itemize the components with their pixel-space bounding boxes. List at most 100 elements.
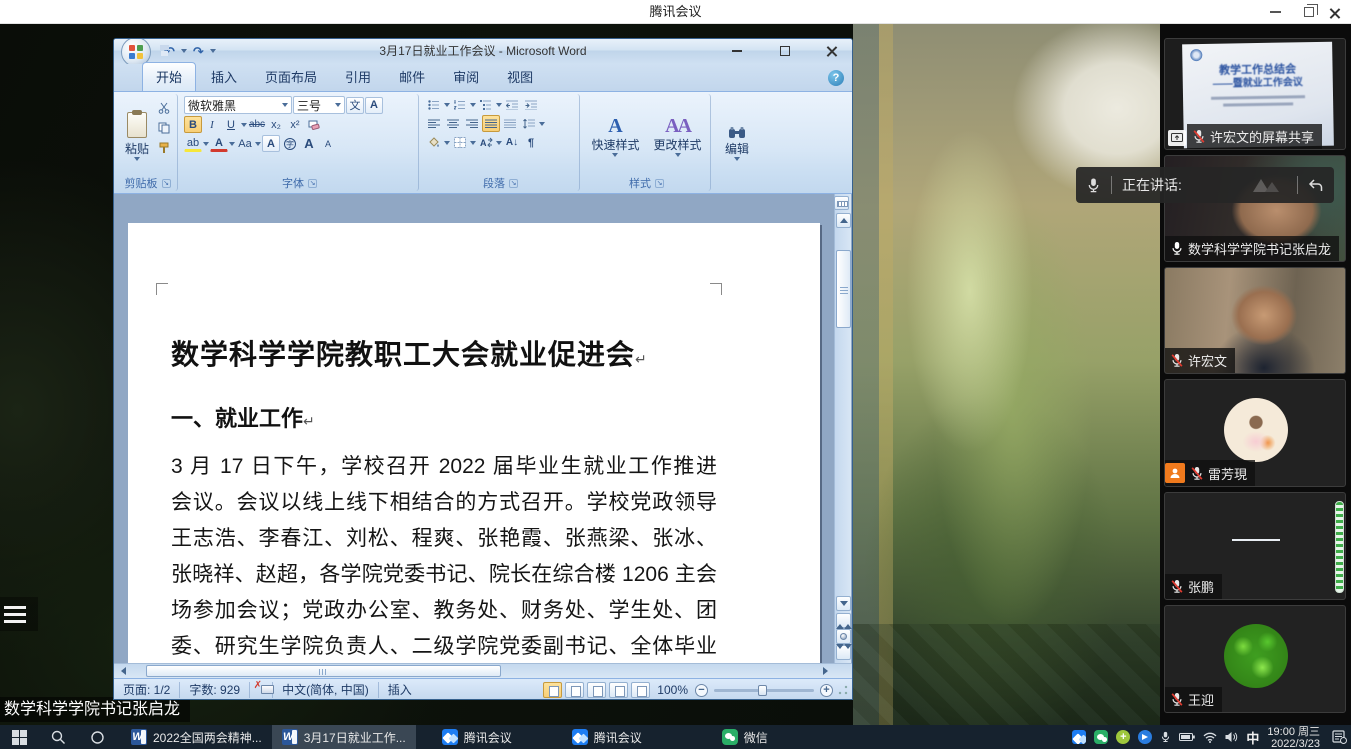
tray-battery-icon[interactable] — [1179, 732, 1195, 742]
fullscreen-view-button[interactable] — [565, 682, 584, 698]
tab-review[interactable]: 审阅 — [440, 63, 492, 91]
tray-app-icon[interactable] — [1138, 730, 1152, 744]
close-button[interactable] — [1317, 0, 1351, 24]
align-right-button[interactable] — [463, 115, 481, 132]
shading-fill-button[interactable] — [425, 134, 443, 151]
next-page-button[interactable] — [836, 645, 851, 660]
highlight-button[interactable]: ab — [184, 135, 202, 152]
show-marks-button[interactable]: ¶ — [522, 134, 540, 151]
participant-avatar-thumbnail[interactable]: 王迎 — [1164, 605, 1346, 713]
paste-button[interactable]: 粘贴 — [121, 96, 153, 176]
scroll-left-button[interactable] — [116, 665, 130, 677]
minimize-button[interactable] — [1258, 0, 1292, 24]
distribute-button[interactable] — [501, 115, 519, 132]
shading-button[interactable]: A — [262, 135, 280, 152]
participant-video-thumbnail[interactable]: 许宏文 — [1164, 267, 1346, 374]
previous-page-button[interactable] — [836, 613, 851, 628]
line-spacing-button[interactable] — [520, 115, 538, 132]
print-layout-view-button[interactable] — [543, 682, 562, 698]
bullets-button[interactable] — [425, 96, 443, 113]
word-maximize-button[interactable] — [770, 41, 800, 60]
italic-button[interactable]: I — [203, 116, 221, 133]
taskbar-app-word-2[interactable]: W 3月17日就业工作... — [272, 725, 416, 749]
sort-button[interactable]: A↓ — [503, 134, 521, 151]
taskbar-app-meeting-2[interactable]: 腾讯会议 — [562, 725, 652, 749]
font-size-combo[interactable]: 三号 — [293, 96, 345, 114]
shading-dropdown-icon[interactable] — [444, 141, 450, 145]
page-indicator[interactable]: 页面: 1/2 — [114, 682, 180, 698]
pinyin-guide-button[interactable]: 文 — [346, 97, 364, 114]
numbering-dropdown-icon[interactable] — [470, 103, 476, 107]
draft-view-button[interactable] — [631, 682, 650, 698]
tray-mic-icon[interactable] — [1160, 730, 1171, 744]
insert-mode-indicator[interactable]: 插入 — [379, 682, 421, 698]
copy-button[interactable] — [155, 119, 173, 136]
ruler-toggle-button[interactable] — [834, 196, 849, 210]
enclose-character-button[interactable]: 字 — [281, 135, 299, 152]
clear-formatting-button[interactable] — [305, 116, 323, 133]
change-styles-button[interactable]: AA 更改样式 — [650, 114, 706, 159]
spellcheck-status[interactable]: ✗ — [250, 682, 273, 698]
quick-styles-button[interactable]: A 快速样式 — [587, 114, 643, 159]
font-color-button[interactable]: A — [210, 135, 228, 152]
zoom-in-button[interactable]: + — [820, 684, 833, 697]
zoom-level[interactable]: 100% — [653, 683, 692, 697]
asian-layout-button[interactable]: A — [477, 134, 495, 151]
numbering-button[interactable] — [451, 96, 469, 113]
strikethrough-button[interactable]: abc — [248, 116, 266, 133]
reply-arrow-icon[interactable] — [1308, 178, 1324, 193]
taskbar-search-button[interactable] — [39, 725, 78, 749]
taskbar-app-word-1[interactable]: W 2022全国两会精神... — [121, 725, 272, 749]
word-minimize-button[interactable] — [722, 41, 752, 60]
participant-avatar-thumbnail[interactable]: 雷芳現 — [1164, 379, 1346, 487]
language-indicator[interactable]: 中文(简体, 中国) — [273, 682, 379, 698]
scroll-down-button[interactable] — [836, 596, 851, 611]
line-spacing-dropdown-icon[interactable] — [539, 122, 545, 126]
vertical-scrollbar[interactable] — [834, 194, 851, 663]
ime-indicator[interactable]: 中 — [1246, 728, 1259, 747]
taskbar-clock[interactable]: 19:00 周三 2022/3/23 — [1267, 725, 1320, 749]
tab-home[interactable]: 开始 — [142, 62, 196, 91]
bold-button[interactable]: B — [184, 116, 202, 133]
grow-font-button[interactable]: A — [300, 135, 318, 152]
scroll-right-button[interactable] — [818, 665, 832, 677]
resize-grip[interactable] — [838, 685, 848, 695]
tray-volume-icon[interactable] — [1225, 731, 1238, 743]
underline-dropdown-icon[interactable] — [241, 123, 247, 127]
tab-view[interactable]: 视图 — [494, 63, 546, 91]
clipboard-dialog-launcher[interactable]: ↘ — [162, 179, 171, 188]
font-name-combo[interactable]: 微软雅黑 — [184, 96, 292, 114]
screen-share-thumbnail[interactable]: 教学工作总结会 ——暨就业工作会议 许宏文的屏幕共享 — [1164, 38, 1346, 150]
underline-button[interactable]: U — [222, 116, 240, 133]
help-button[interactable]: ? — [828, 70, 844, 86]
format-painter-button[interactable] — [155, 139, 173, 156]
highlight-dropdown-icon[interactable] — [203, 142, 209, 146]
increase-indent-button[interactable] — [522, 96, 540, 113]
font-dialog-launcher[interactable]: ↘ — [308, 179, 317, 188]
paragraph-dialog-launcher[interactable]: ↘ — [509, 179, 518, 188]
tab-insert[interactable]: 插入 — [198, 63, 250, 91]
styles-dialog-launcher[interactable]: ↘ — [655, 179, 664, 188]
justify-button[interactable] — [482, 115, 500, 132]
document-page[interactable]: 数学科学学院教职工大会就业促进会↵ 一、就业工作↵ 3 月 17 日下午，学校召… — [128, 223, 820, 663]
cut-button[interactable] — [155, 99, 173, 116]
taskbar-app-meeting-1[interactable]: 腾讯会议 — [432, 725, 522, 749]
scroll-up-button[interactable] — [836, 213, 851, 228]
sidebar-toggle-icon[interactable] — [0, 597, 38, 631]
asian-layout-dropdown-icon[interactable] — [496, 141, 502, 145]
borders-dropdown-icon[interactable] — [470, 141, 476, 145]
h-scrollbar-thumb[interactable] — [146, 665, 501, 677]
change-case-button[interactable]: Aa — [236, 135, 254, 152]
zoom-slider[interactable] — [714, 689, 814, 692]
bullets-dropdown-icon[interactable] — [444, 103, 450, 107]
cortana-button[interactable] — [78, 725, 117, 749]
start-button[interactable] — [0, 725, 39, 749]
multilevel-dropdown-icon[interactable] — [496, 103, 502, 107]
word-close-button[interactable] — [816, 41, 846, 60]
action-center-icon[interactable] — [1332, 730, 1347, 744]
character-border-button[interactable]: A — [365, 97, 383, 114]
zoom-slider-thumb[interactable] — [758, 685, 767, 696]
scrollbar-thumb[interactable] — [836, 250, 851, 328]
tray-tencent-meeting-icon[interactable] — [1072, 730, 1086, 744]
align-center-button[interactable] — [444, 115, 462, 132]
